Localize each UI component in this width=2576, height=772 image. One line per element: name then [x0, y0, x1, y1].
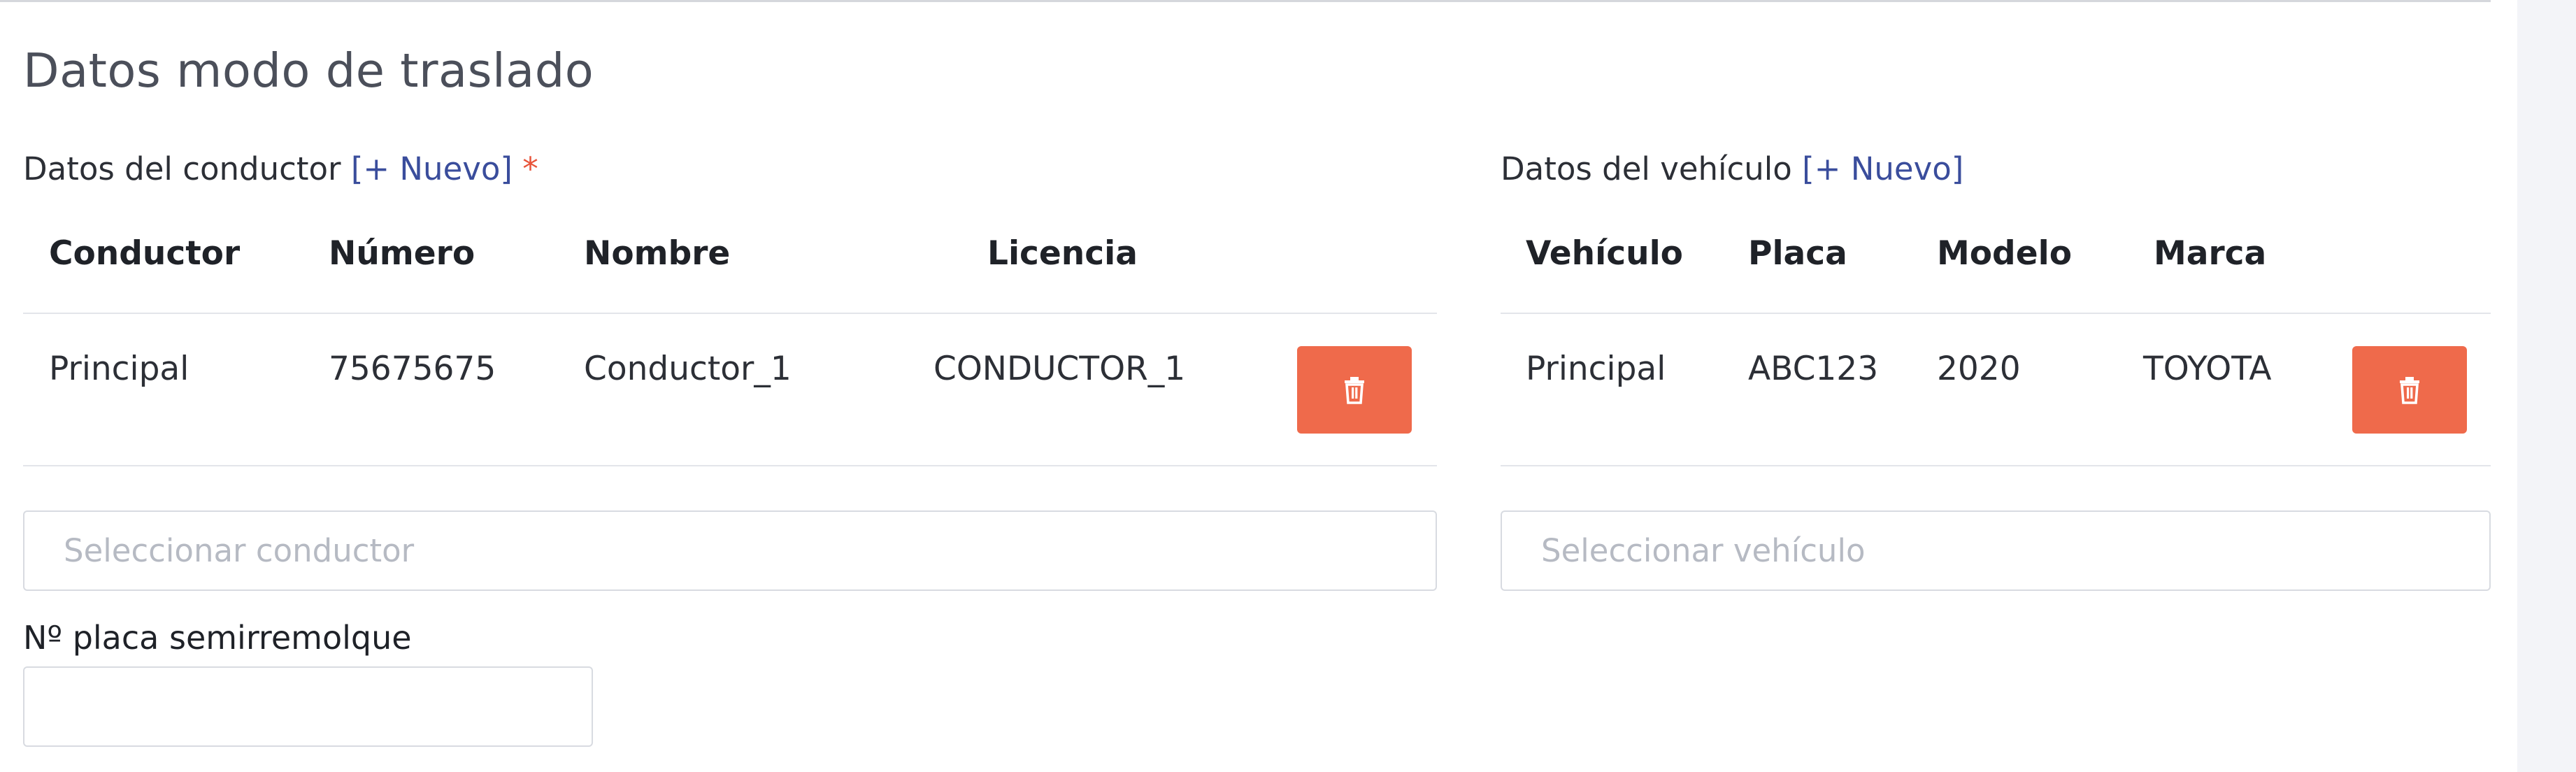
col-header-nombre: Nombre: [584, 234, 731, 273]
driver-cell-numero: 75675675: [329, 350, 496, 388]
col-header-licencia: Licencia: [987, 234, 1138, 273]
new-vehicle-link[interactable]: [+ Nuevo]: [1802, 150, 1963, 187]
new-driver-link[interactable]: [+ Nuevo]: [351, 150, 513, 187]
delete-vehicle-button[interactable]: [2352, 346, 2467, 434]
driver-cell-nombre: Conductor_1: [584, 350, 792, 388]
vehicle-cell-vehiculo: Principal: [1526, 350, 1666, 388]
vehicle-label-text: Datos del vehículo: [1501, 150, 1792, 187]
col-header-numero: Número: [329, 234, 475, 273]
semitrailer-plate-label: Nº placa semirremolque: [23, 619, 412, 657]
delete-driver-button[interactable]: [1297, 346, 1412, 434]
driver-label-text: Datos del conductor: [23, 150, 341, 187]
col-header-conductor: Conductor: [49, 234, 241, 273]
col-header-vehiculo: Vehículo: [1526, 234, 1683, 273]
col-header-placa: Placa: [1748, 234, 1847, 273]
vehicle-cell-modelo: 2020: [1937, 350, 2021, 388]
driver-cell-licencia: CONDUCTOR_1: [933, 350, 1186, 388]
trash-icon: [2400, 376, 2419, 404]
vehicle-cell-placa: ABC123: [1748, 350, 1879, 388]
semitrailer-plate-input[interactable]: [23, 666, 593, 747]
trash-icon: [1345, 376, 1364, 404]
section-title: Datos modo de traslado: [23, 43, 594, 98]
vehicle-section-label: Datos del vehículo [+ Nuevo]: [1501, 150, 1963, 187]
right-side-panel: [2517, 0, 2576, 772]
col-header-marca: Marca: [2154, 234, 2267, 273]
driver-table-bottom-divider: [23, 465, 1437, 466]
driver-cell-conductor: Principal: [49, 350, 189, 388]
col-header-modelo: Modelo: [1937, 234, 2072, 273]
vehicle-cell-marca: TOYOTA: [2143, 350, 2272, 388]
select-vehicle-input[interactable]: [1501, 510, 2491, 591]
driver-section-label: Datos del conductor [+ Nuevo] *: [23, 150, 538, 187]
required-mark: *: [522, 150, 538, 187]
select-driver-input[interactable]: [23, 510, 1437, 591]
vehicle-table-bottom-divider: [1501, 465, 2491, 466]
top-divider: [0, 0, 2491, 2]
vehicle-table-header-divider: [1501, 313, 2491, 314]
driver-table-header-divider: [23, 313, 1437, 314]
